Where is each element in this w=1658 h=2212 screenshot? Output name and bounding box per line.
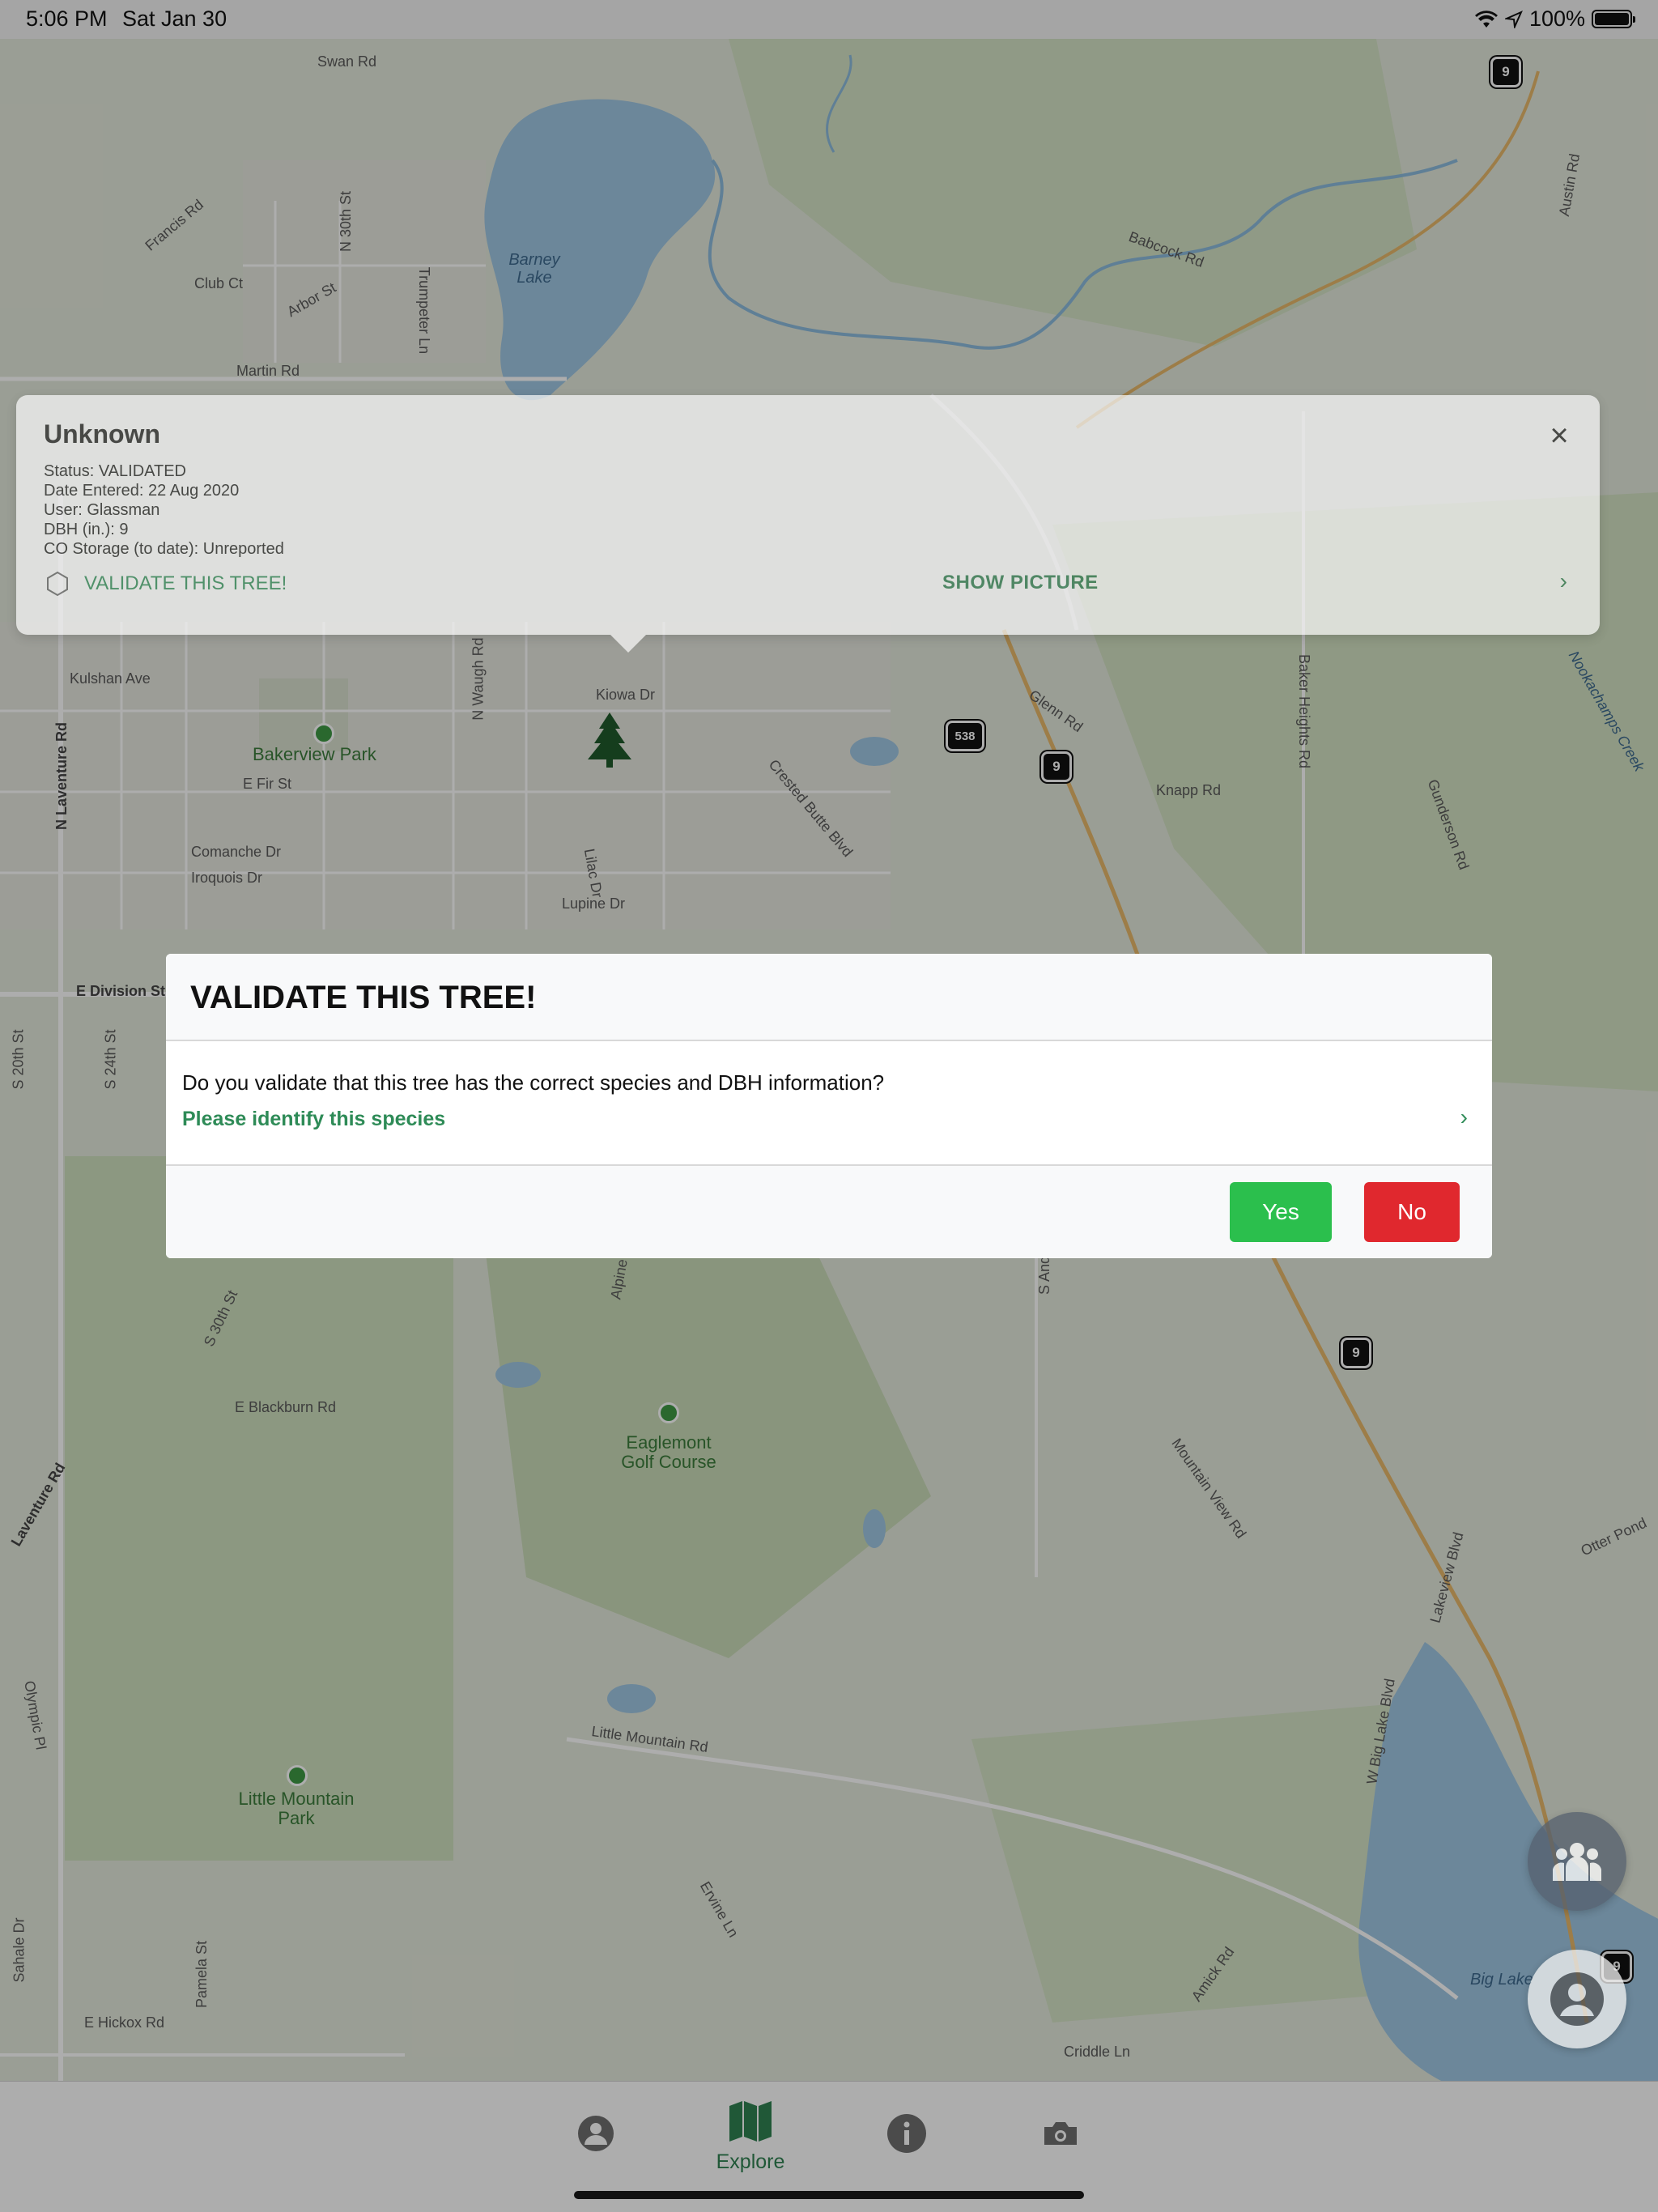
validate-tree-label: VALIDATE THIS TREE!: [84, 572, 287, 594]
tree-status: Status: VALIDATED: [44, 462, 186, 480]
tree-date-entered: Date Entered: 22 Aug 2020: [44, 482, 240, 500]
hexagon-icon: [47, 571, 68, 597]
tab-profile[interactable]: [547, 2109, 644, 2160]
identify-species-link[interactable]: Please identify this species: [182, 1108, 445, 1131]
tree-info-card: Unknown × Status: VALIDATED Date Entered…: [16, 395, 1600, 653]
chevron-right-icon[interactable]: ›: [1560, 568, 1567, 594]
info-circle-icon: [887, 2114, 926, 2153]
tree-dbh: DBH (in.): 9: [44, 521, 129, 538]
person-circle-icon: [578, 2116, 614, 2151]
tab-camera[interactable]: [1012, 2109, 1109, 2160]
validate-tree-link[interactable]: VALIDATE THIS TREE!: [44, 570, 287, 598]
tree-title: Unknown: [44, 419, 160, 449]
map-icon: [729, 2101, 772, 2142]
tab-explore[interactable]: Explore: [702, 2099, 799, 2174]
modal-title: VALIDATE THIS TREE!: [190, 980, 537, 1015]
home-indicator: [574, 2191, 1084, 2199]
chevron-right-icon[interactable]: ›: [1460, 1104, 1468, 1130]
close-icon[interactable]: ×: [1543, 419, 1575, 452]
show-picture-button[interactable]: SHOW PICTURE: [942, 572, 1099, 594]
modal-question: Do you validate that this tree has the c…: [182, 1070, 885, 1095]
tab-label: Explore: [716, 2150, 785, 2173]
person-circle-icon: [1550, 1972, 1604, 2026]
no-button[interactable]: No: [1364, 1182, 1460, 1242]
yes-button[interactable]: Yes: [1230, 1182, 1332, 1242]
tree-details: Status: VALIDATED Date Entered: 22 Aug 2…: [44, 462, 284, 559]
camera-icon: [1044, 2122, 1077, 2145]
tree-co-storage: CO Storage (to date): Unreported: [44, 540, 284, 558]
validate-modal: VALIDATE THIS TREE! Do you validate that…: [166, 954, 1492, 1258]
tab-info[interactable]: [858, 2109, 955, 2160]
profile-button[interactable]: [1528, 1950, 1626, 2048]
group-icon: [1553, 1843, 1601, 1881]
community-button[interactable]: [1528, 1812, 1626, 1911]
tree-user: User: Glassman: [44, 501, 160, 519]
